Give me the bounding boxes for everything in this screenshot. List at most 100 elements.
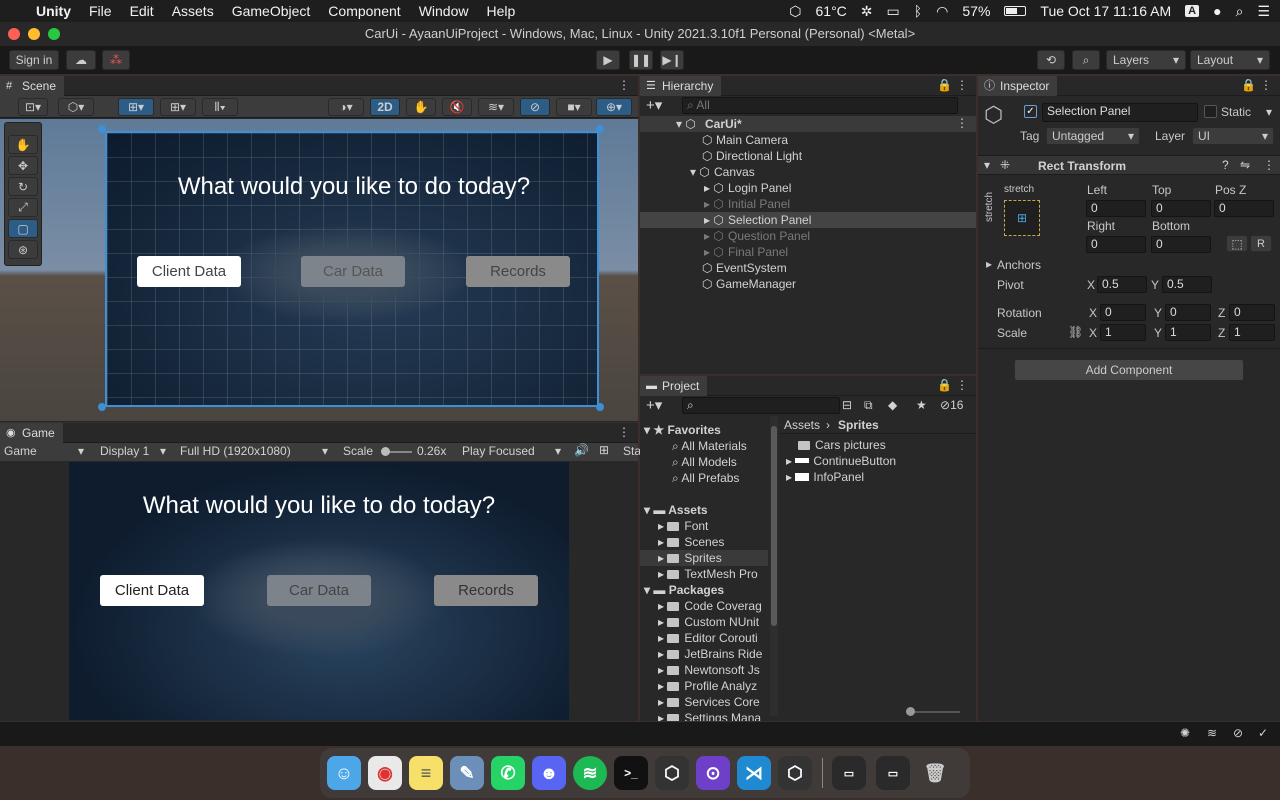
anchors-foldout[interactable]: Anchors: [997, 258, 1041, 272]
rect-handle[interactable]: [596, 125, 604, 133]
trash-icon[interactable]: 🗑: [918, 756, 952, 790]
play-focused-dropdown[interactable]: Play Focused: [462, 444, 535, 458]
visibility-icon[interactable]: ⊘: [520, 98, 550, 116]
transform-tool-icon[interactable]: ⊛: [8, 240, 38, 259]
favorite-star-icon[interactable]: ★: [916, 398, 927, 412]
game-viewport[interactable]: What would you like to do today? Client …: [69, 462, 569, 720]
temperature-readout[interactable]: 61°C: [816, 3, 847, 19]
left-field[interactable]: 0: [1086, 200, 1146, 217]
posz-field[interactable]: 0: [1214, 200, 1274, 217]
draw-mode-icon[interactable]: ⬡▾: [58, 98, 94, 116]
lock-icon[interactable]: 🔒: [937, 378, 952, 392]
project-section-assets[interactable]: ▾ ▬ Assets: [644, 502, 708, 518]
hand-tool-icon[interactable]: ✋: [8, 135, 38, 154]
menu-component[interactable]: Component: [328, 3, 400, 19]
scene-viewport[interactable]: What would you like to do today? Client …: [0, 119, 638, 421]
history-icon[interactable]: ⟲: [1037, 50, 1065, 70]
increment-snap-icon[interactable]: ⦀▾: [202, 98, 238, 116]
bottom-field[interactable]: 0: [1151, 236, 1211, 253]
scale-y-field[interactable]: 1: [1165, 324, 1211, 341]
rect-transform-header[interactable]: ▾ ⁜ Rect Transform ? ⇋ ⋮: [978, 155, 1280, 175]
filter-icon[interactable]: ⧉: [864, 398, 873, 413]
presets-icon[interactable]: ⇋: [1240, 158, 1250, 172]
collab-icon[interactable]: ⁂: [102, 50, 130, 70]
project-folder-item[interactable]: ⌕ All Prefabs: [640, 470, 768, 486]
hierarchy-search-input[interactable]: ⌕ All: [682, 97, 958, 114]
scale-slider[interactable]: [381, 447, 412, 456]
chrome-icon[interactable]: ◉: [368, 756, 402, 790]
panel-menu-icon[interactable]: ⋮: [956, 78, 968, 92]
github-desktop-icon[interactable]: ⊙: [696, 756, 730, 790]
menu-assets[interactable]: Assets: [172, 3, 214, 19]
search-icon[interactable]: ⌕: [1072, 50, 1100, 70]
rect-handle[interactable]: [98, 125, 106, 133]
zoom-window-button[interactable]: [48, 28, 60, 40]
panel-menu-icon[interactable]: ⋮: [618, 78, 630, 92]
project-folder-item[interactable]: ▸ Font: [640, 518, 768, 534]
game-car-data-button[interactable]: Car Data: [267, 575, 371, 606]
tab-hierarchy[interactable]: ☰ Hierarchy: [640, 76, 722, 96]
static-checkbox[interactable]: [1204, 105, 1217, 118]
hierarchy-item[interactable]: ▸ ⬡ Question Panel: [640, 228, 976, 244]
project-folder-item[interactable]: ▸ Profile Analyz: [640, 678, 768, 694]
project-section-favorites[interactable]: ▾ ★ Favorites: [644, 422, 721, 438]
menu-window[interactable]: Window: [419, 3, 469, 19]
spotlight-icon[interactable]: ⌕: [1236, 3, 1244, 20]
shading-mode-icon[interactable]: ◑▾: [328, 98, 364, 116]
row-menu-icon[interactable]: ⋮: [956, 116, 968, 130]
grid-snap-icon[interactable]: ⊞▾: [118, 98, 154, 116]
stats-button[interactable]: Sta: [623, 444, 641, 458]
menu-help[interactable]: Help: [486, 3, 515, 19]
spotify-icon[interactable]: ≋: [573, 756, 607, 790]
tab-project[interactable]: ▬ Project: [640, 376, 708, 396]
rect-handle[interactable]: [596, 403, 604, 411]
game-view-dropdown[interactable]: Game: [4, 444, 37, 458]
project-folder-item[interactable]: ▸ Settings Mana: [640, 710, 768, 721]
raw-edit-button[interactable]: R: [1250, 235, 1272, 252]
search-by-type-icon[interactable]: ⊟: [842, 398, 852, 412]
selection-panel-rect[interactable]: What would you like to do today? Client …: [105, 131, 599, 407]
project-folder-item[interactable]: ▸ Code Coverag: [640, 598, 768, 614]
lock-icon[interactable]: 🔒: [1241, 78, 1256, 92]
fan-icon[interactable]: ✲: [861, 3, 873, 20]
chevron-down-icon[interactable]: ▾: [1266, 105, 1272, 119]
hierarchy-item[interactable]: ▸ ⬡ Login Panel: [640, 180, 976, 196]
discord-icon[interactable]: ☻: [532, 756, 566, 790]
blueprint-mode-icon[interactable]: ⬚: [1226, 235, 1248, 252]
rotation-z-field[interactable]: 0: [1229, 304, 1275, 321]
scene-records-button[interactable]: Records: [466, 256, 570, 287]
step-button[interactable]: ▶❙: [660, 50, 684, 70]
battery-icon[interactable]: [1004, 6, 1027, 16]
scene-root-row[interactable]: ▾ ⬡ CarUi* ⋮: [640, 116, 976, 132]
project-folder-item[interactable]: ⌕ All Materials: [640, 438, 768, 454]
right-field[interactable]: 0: [1086, 236, 1146, 253]
toggle-2d-button[interactable]: 2D: [370, 98, 400, 116]
project-folder-item[interactable]: ▸ Editor Corouti: [640, 630, 768, 646]
hierarchy-item[interactable]: ⬡ Main Camera: [640, 132, 976, 148]
display-dropdown[interactable]: Display 1: [100, 444, 149, 458]
finder-icon[interactable]: ☺: [327, 756, 361, 790]
audio-icon[interactable]: 🔇: [442, 98, 472, 116]
anchor-presets-button[interactable]: ⊞: [1004, 200, 1040, 236]
grid-icon[interactable]: ⊞▾: [160, 98, 196, 116]
tab-inspector[interactable]: ⓘ Inspector: [978, 76, 1058, 96]
icon-size-slider[interactable]: [906, 707, 960, 716]
scene-car-data-button[interactable]: Car Data: [301, 256, 405, 287]
tab-scene[interactable]: # Scene: [0, 76, 65, 96]
tag-dropdown[interactable]: Untagged ▾: [1046, 127, 1140, 145]
gizmo-tool-icon[interactable]: ⊡▾: [18, 98, 48, 116]
game-client-data-button[interactable]: Client Data: [100, 575, 204, 606]
unity-status-icon[interactable]: ⬡: [789, 3, 801, 20]
whatsapp-icon[interactable]: ✆: [491, 756, 525, 790]
minimized-window-icon[interactable]: ▭: [876, 756, 910, 790]
menu-app-name[interactable]: Unity: [36, 3, 71, 19]
lock-icon[interactable]: 🔒: [937, 78, 952, 92]
project-folder-item[interactable]: ▸ TextMesh Pro: [640, 566, 768, 582]
hidden-packages-icon[interactable]: ⊘16: [940, 398, 963, 412]
pause-button[interactable]: ❚❚: [629, 50, 653, 70]
scale-z-field[interactable]: 1: [1229, 324, 1275, 341]
hierarchy-item[interactable]: ⬡ GameManager: [640, 276, 976, 292]
rect-handle[interactable]: [98, 403, 106, 411]
breadcrumb-assets[interactable]: Assets: [784, 418, 820, 432]
label-icon[interactable]: ◆: [888, 398, 897, 412]
